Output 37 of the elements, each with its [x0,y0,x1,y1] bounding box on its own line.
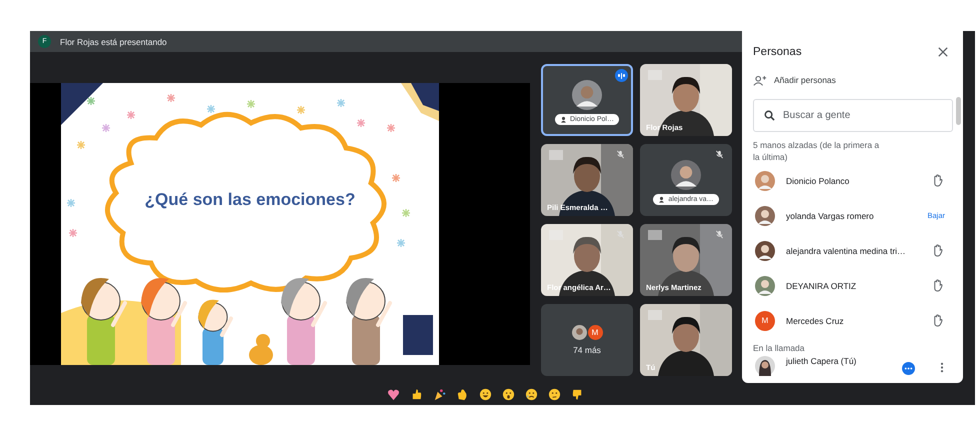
heart-icon[interactable] [387,388,400,401]
person-icon [560,116,568,122]
presenter-text: Flor Rojas está presentando [60,36,167,46]
raised-hand-icon[interactable] [932,314,943,327]
participant-name: alejandra valentina medina tri… [786,246,907,256]
thumbs-down-icon[interactable] [571,388,584,401]
participant-name: Dionicio Polanco [786,176,850,186]
surprised-face-icon[interactable] [502,388,515,401]
thinking-face-icon[interactable] [548,388,561,401]
add-people-button[interactable]: Añadir personas [753,70,836,90]
kebab-menu-icon[interactable] [940,362,944,373]
slide-title: ¿Qué son las emociones? [144,189,356,211]
raised-hands-heading: 5 manos alzadas (de la primera a la última) [753,139,880,163]
avatar-letter: M [588,325,602,340]
participant-name: DEYANIRA ORTIZ [786,280,858,290]
more-count: 74 más [573,345,601,355]
close-icon[interactable] [938,46,948,56]
thumbs-up-icon[interactable] [410,388,423,401]
scrollbar-thumb[interactable] [956,97,961,125]
laughing-face-icon[interactable] [479,388,492,401]
participant-name: julieth Capera (Tú) [786,356,858,366]
crying-face-icon[interactable] [525,388,538,401]
in-call-heading: En la llamada [753,342,806,354]
participant-name: yolanda Vargas romero [786,210,875,220]
raised-hand-icon[interactable] [932,244,943,257]
raised-hand-icon[interactable] [932,174,943,187]
add-person-icon [753,74,767,86]
search-field[interactable]: Buscar a gente [753,99,953,132]
person-icon [658,196,666,202]
avatar-letter: M [755,310,775,330]
party-popper-icon[interactable] [433,388,446,401]
clapping-hands-icon[interactable] [456,388,469,401]
more-options-icon[interactable] [902,362,915,375]
participant-name: Mercedes Cruz [786,316,845,326]
panel-title: Personas [753,46,802,58]
raised-hand-icon[interactable] [932,279,943,292]
more-participants-tile[interactable]: M 74 más [541,304,633,376]
